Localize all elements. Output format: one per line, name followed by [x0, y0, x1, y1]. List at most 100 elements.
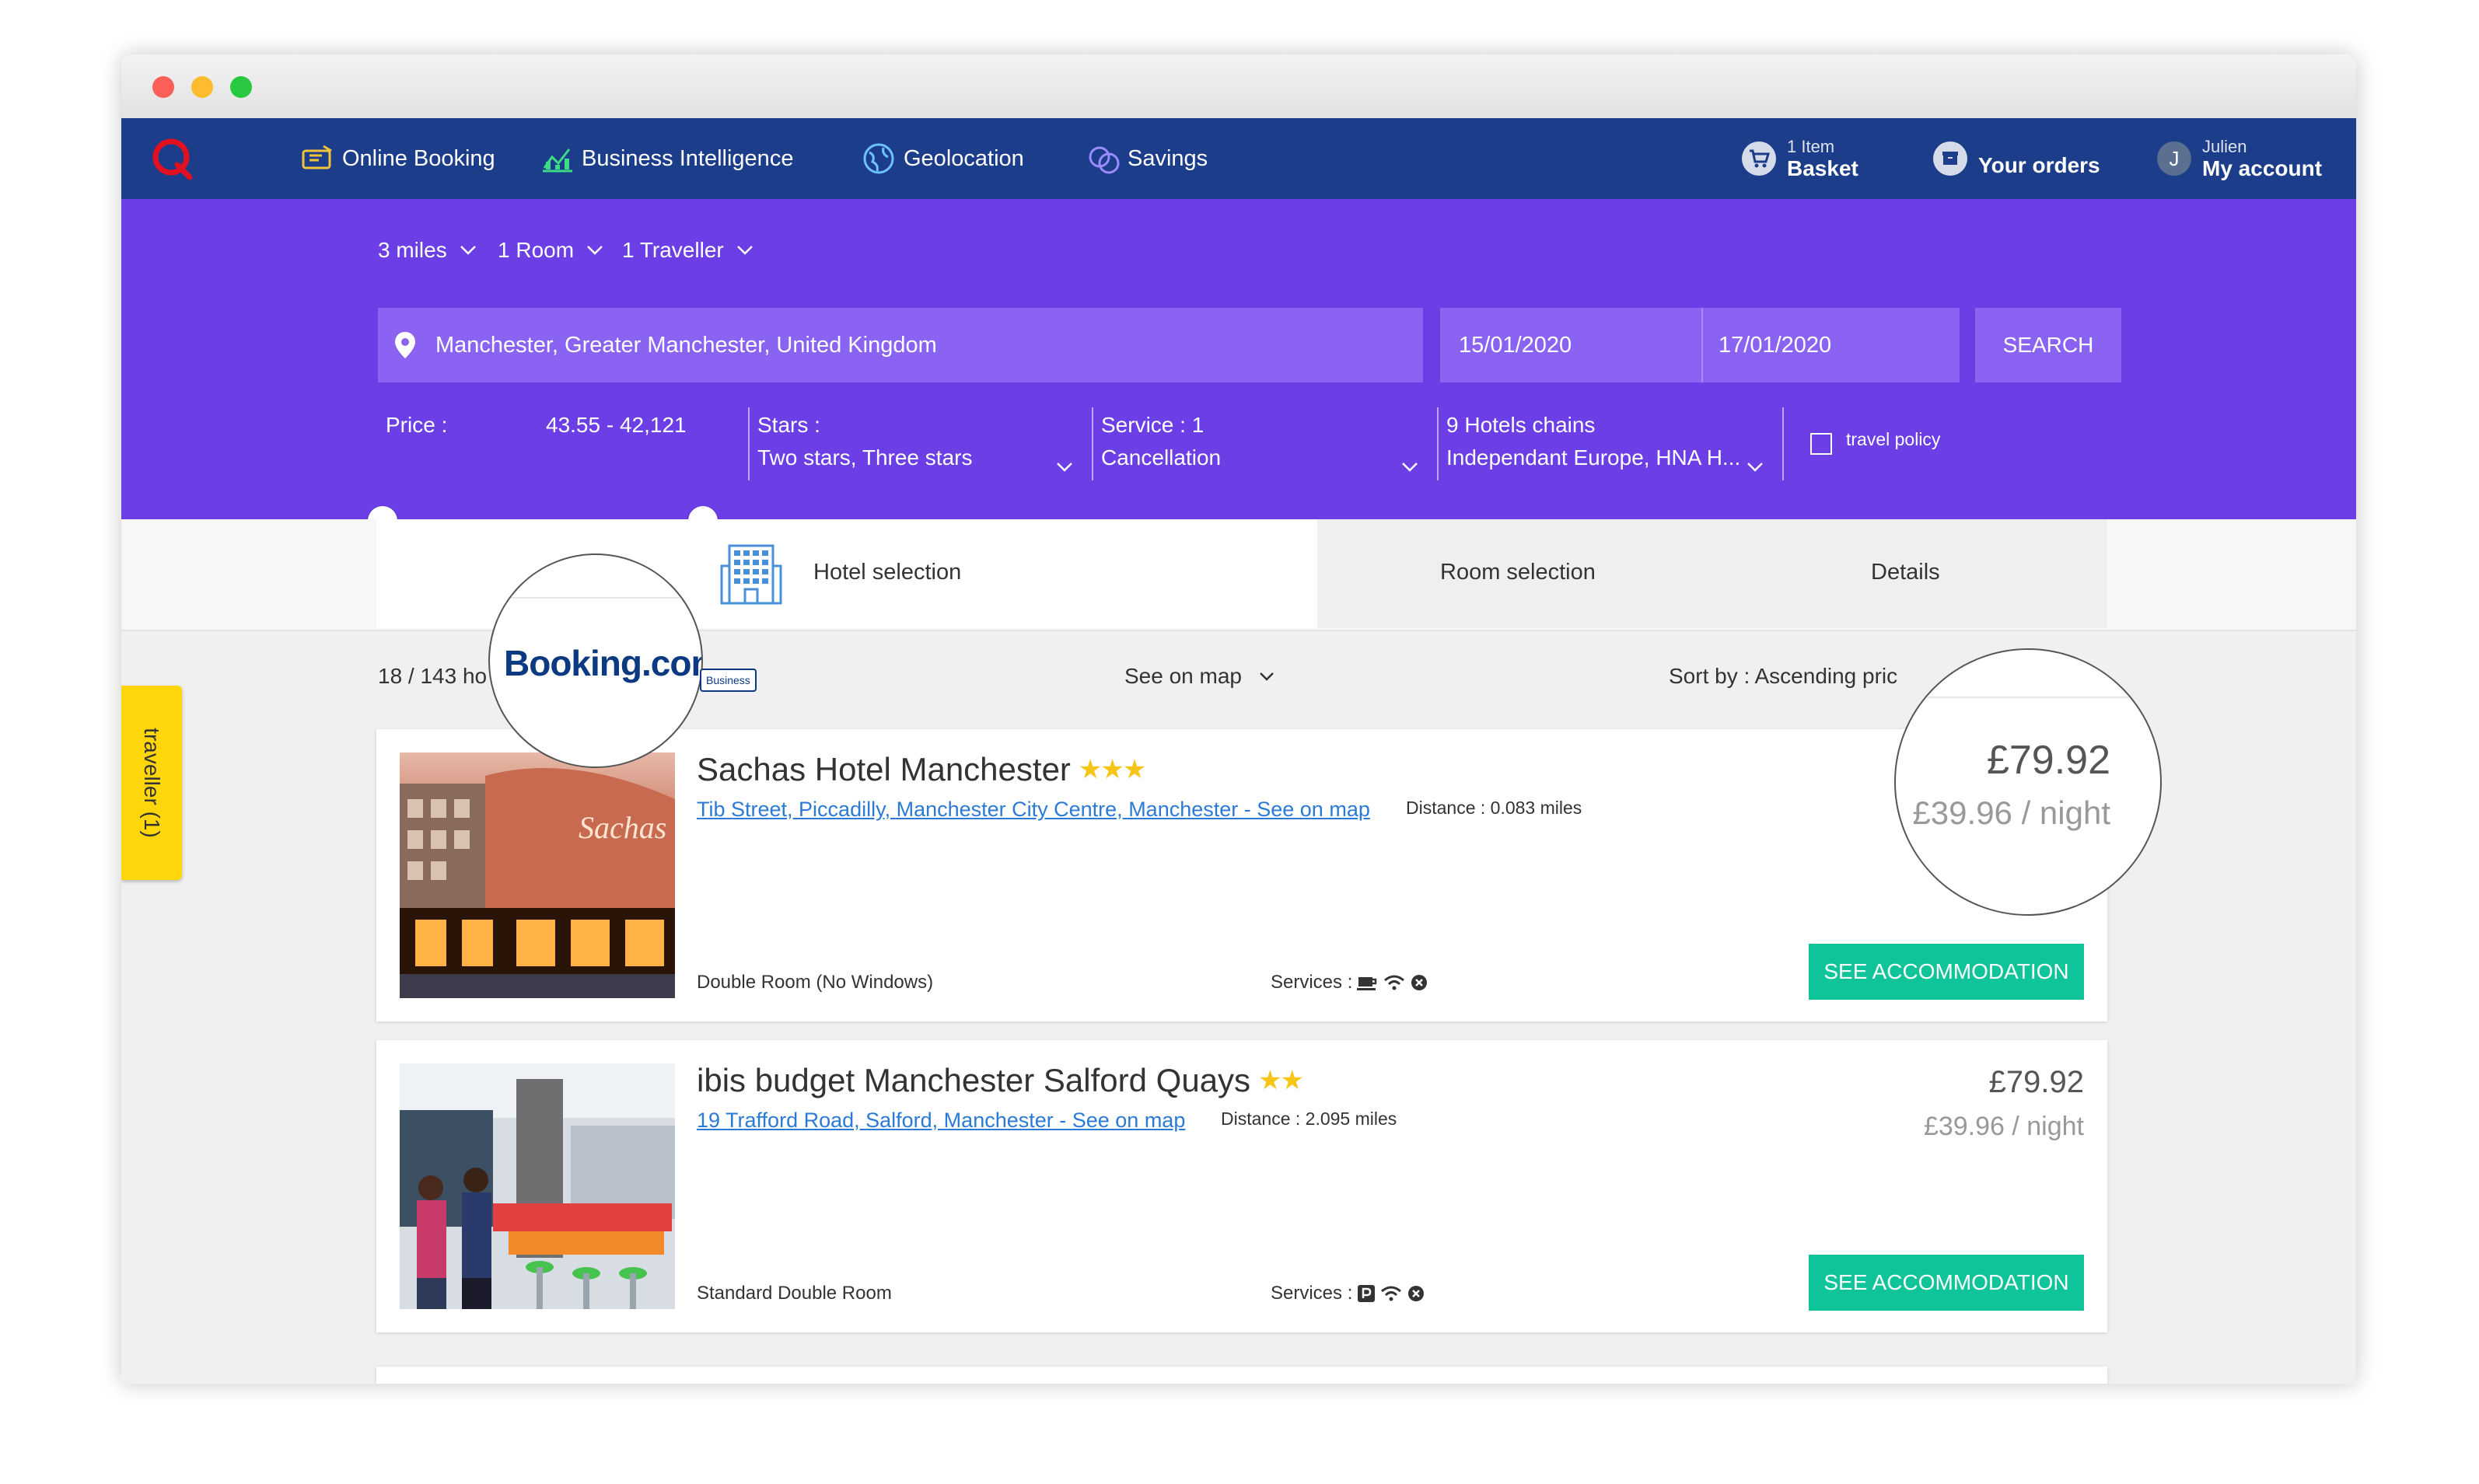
- nav-savings[interactable]: Savings: [1086, 118, 1208, 199]
- breakfast-icon: [1357, 977, 1377, 990]
- nav-geolocation-label: Geolocation: [904, 145, 1024, 171]
- stars-filter-value: Two stars, Three stars: [757, 445, 973, 470]
- avatar: J: [2157, 141, 2191, 176]
- stars-filter-label: Stars :: [757, 413, 820, 437]
- step-room-label: Room selection: [1440, 560, 1596, 585]
- stars-filter[interactable]: Stars : Two stars, Three stars: [757, 409, 972, 474]
- see-accommodation-button[interactable]: SEE ACCOMMODATION: [1809, 944, 2084, 1000]
- chevron-down-icon[interactable]: [1401, 462, 1418, 473]
- booking-logo: Booking.com: [504, 642, 701, 684]
- travellers-value: 1 Traveller: [622, 238, 724, 262]
- hotel-building-icon: [720, 544, 782, 605]
- travel-policy-label: travel policy: [1846, 429, 1941, 449]
- chevron-down-icon[interactable]: [1746, 462, 1764, 473]
- traveller-side-tab[interactable]: traveller (1): [121, 686, 182, 880]
- browser-window: Online Booking Business Intelligence Geo…: [121, 54, 2356, 1384]
- see-accommodation-button[interactable]: SEE ACCOMMODATION: [1809, 1255, 2084, 1311]
- results-count: 18 / 143 ho: [378, 664, 488, 688]
- hotel-photo[interactable]: Sachas: [400, 752, 675, 998]
- service-filter-label: Service : 1: [1101, 413, 1205, 437]
- hotel-card[interactable]: [376, 1367, 2107, 1384]
- step-details[interactable]: Details: [1706, 519, 2107, 628]
- search-panel: 3 miles 1 Room 1 Traveller Manchester, G…: [121, 199, 2356, 536]
- location-pin-icon: [395, 332, 415, 358]
- hotel-price-per-night: £39.96 / night: [1923, 1112, 2084, 1141]
- hotel-chains-label: 9 Hotels chains: [1446, 413, 1596, 437]
- location-value: Manchester, Greater Manchester, United K…: [435, 332, 937, 358]
- hotel-services: Services :: [1271, 1283, 1425, 1304]
- hotel-photo[interactable]: [400, 1063, 675, 1309]
- wifi-icon: [1381, 1286, 1402, 1301]
- nav-business-intelligence[interactable]: Business Intelligence: [540, 118, 793, 199]
- price-magnifier: £79.92 £39.96 / night: [1894, 648, 2162, 916]
- hotel-address-link[interactable]: Tib Street, Piccadilly, Manchester City …: [697, 798, 1370, 822]
- filter-divider: [748, 407, 750, 480]
- nav-online-booking[interactable]: Online Booking: [300, 118, 495, 199]
- traveller-tab-label: traveller (1): [140, 728, 164, 838]
- checkin-date-input[interactable]: 15/01/2020: [1440, 308, 1701, 382]
- hotel-services: Services :: [1271, 972, 1428, 993]
- no-smoking-icon: [1408, 1286, 1425, 1301]
- sort-dropdown[interactable]: Sort by : Ascending pric: [1669, 664, 1897, 689]
- chevron-down-icon: [460, 246, 476, 255]
- chevron-down-icon[interactable]: [1056, 462, 1073, 473]
- hotel-distance: Distance : 2.095 miles: [1221, 1109, 1397, 1129]
- basket-label: Basket: [1787, 155, 1858, 180]
- hotel-name[interactable]: Sachas Hotel Manchester ★★★: [697, 751, 1146, 788]
- booking-business-badge: Business: [700, 669, 757, 692]
- room-type: Double Room (No Windows): [697, 972, 934, 993]
- price-filter-label: Price :: [386, 413, 448, 437]
- rooms-value: 1 Room: [498, 238, 575, 262]
- wifi-icon: [1384, 975, 1405, 990]
- nav-basket[interactable]: 1 Item Basket: [1742, 118, 1858, 199]
- nav-geolocation[interactable]: Geolocation: [862, 118, 1024, 199]
- services-label: Services :: [1271, 1283, 1353, 1304]
- no-smoking-icon: [1411, 975, 1428, 990]
- your-orders-label: Your orders: [1978, 153, 2100, 177]
- see-on-map-dropdown[interactable]: See on map: [1124, 664, 1274, 689]
- hotel-chains-value: Independant Europe, HNA H...: [1446, 445, 1741, 470]
- my-account-label: My account: [2202, 155, 2323, 180]
- globe-icon: [863, 143, 894, 174]
- star-rating-icon: ★★: [1258, 1066, 1304, 1095]
- service-filter[interactable]: Service : 1 Cancellation: [1101, 409, 1221, 474]
- travellers-dropdown[interactable]: 1 Traveller: [622, 238, 753, 263]
- booking-partner-magnifier: Booking.com: [488, 553, 703, 768]
- checkin-value: 15/01/2020: [1459, 332, 1572, 358]
- service-filter-value: Cancellation: [1101, 445, 1222, 470]
- rooms-dropdown[interactable]: 1 Room: [498, 238, 603, 263]
- radius-dropdown[interactable]: 3 miles: [378, 238, 477, 263]
- hotel-card[interactable]: Sachas Sachas Hotel Manchester ★★★ Tib S…: [376, 729, 2107, 1021]
- hotel-price-per-night: £39.96 / night: [1912, 794, 2110, 831]
- hotel-total-price: £79.92: [1988, 1065, 2084, 1099]
- see-on-map-label: See on map: [1124, 664, 1242, 688]
- window-titlebar: [121, 54, 2356, 118]
- close-window-button[interactable]: [152, 76, 174, 98]
- search-button[interactable]: SEARCH: [1975, 308, 2121, 382]
- minimize-window-button[interactable]: [191, 76, 213, 98]
- radius-value: 3 miles: [378, 238, 447, 262]
- price-range-value: 43.55 - 42,121: [546, 413, 687, 437]
- booking-steps: Hotel selection Room selection Details: [121, 519, 2356, 631]
- chevron-down-icon: [1260, 672, 1274, 681]
- chart-icon: [543, 148, 572, 173]
- nav-savings-label: Savings: [1128, 145, 1208, 171]
- checkout-date-input[interactable]: 17/01/2020: [1701, 308, 1960, 382]
- hotel-total-price: £79.92: [1986, 738, 2110, 783]
- travel-policy-checkbox[interactable]: [1810, 433, 1832, 455]
- chevron-down-icon: [587, 246, 603, 255]
- basket-count: 1 Item: [1787, 136, 1835, 156]
- nav-your-orders[interactable]: Your orders: [1933, 118, 2100, 199]
- app-logo[interactable]: [149, 135, 196, 182]
- hotel-card[interactable]: ibis budget Manchester Salford Quays ★★ …: [376, 1040, 2107, 1332]
- step-room-selection[interactable]: Room selection: [1317, 519, 1706, 628]
- hotel-name[interactable]: ibis budget Manchester Salford Quays ★★: [697, 1062, 1304, 1099]
- location-input[interactable]: Manchester, Greater Manchester, United K…: [378, 308, 1423, 382]
- nav-my-account[interactable]: J Julien My account: [2157, 118, 2322, 199]
- hotel-chains-filter[interactable]: 9 Hotels chains Independant Europe, HNA …: [1446, 409, 1740, 474]
- cart-icon: [1742, 141, 1776, 176]
- maximize-window-button[interactable]: [230, 76, 252, 98]
- filter-divider: [1782, 407, 1784, 480]
- hotel-sign-text: Sachas: [579, 810, 666, 845]
- hotel-address-link[interactable]: 19 Trafford Road, Salford, Manchester - …: [697, 1109, 1185, 1133]
